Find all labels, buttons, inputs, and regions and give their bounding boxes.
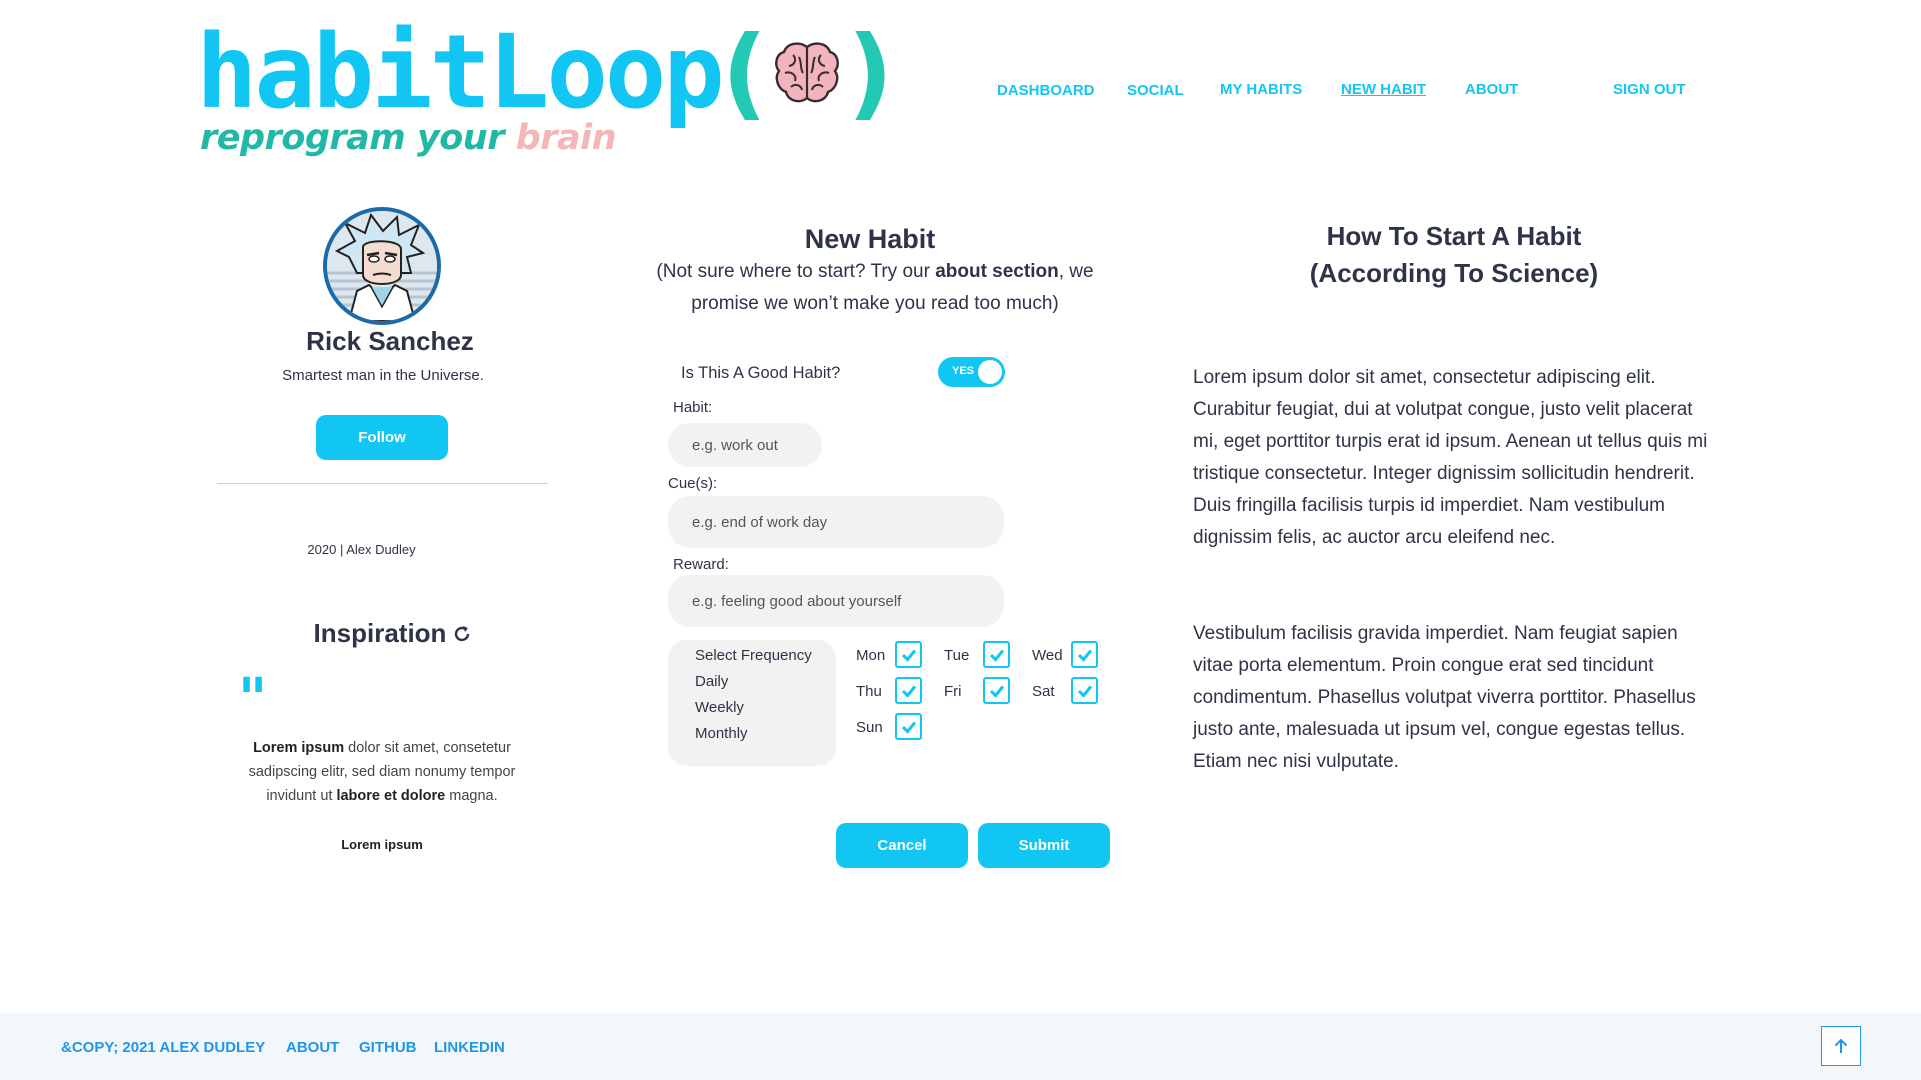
day-checkbox-wed[interactable] — [1071, 641, 1098, 668]
frequency-option-monthly[interactable]: Monthly — [695, 725, 748, 742]
check-icon — [1077, 685, 1092, 698]
footer-linkedin-link[interactable]: LINKEDIN — [434, 1039, 505, 1056]
good-habit-label: Is This A Good Habit? — [681, 364, 841, 382]
good-habit-toggle[interactable]: YES — [938, 357, 1005, 387]
nav-social[interactable]: SOCIAL — [1127, 82, 1184, 99]
toggle-text: YES — [952, 365, 975, 377]
day-label-sat: Sat — [1032, 683, 1055, 700]
day-checkbox-tue[interactable] — [983, 641, 1010, 668]
inspiration-title: Inspiration — [313, 618, 447, 648]
cue-input[interactable] — [668, 496, 1004, 548]
follow-button[interactable]: Follow — [316, 415, 448, 460]
profile-divider — [217, 483, 548, 484]
nav-new-habit[interactable]: NEW HABIT — [1341, 81, 1426, 98]
frequency-select[interactable]: Select Frequency Daily Weekly Monthly — [668, 640, 836, 766]
check-icon — [989, 685, 1004, 698]
tagline-part-b: brain — [515, 118, 617, 158]
check-icon — [901, 649, 916, 662]
refresh-icon[interactable] — [452, 620, 472, 651]
tagline-part-a: reprogram your — [200, 118, 504, 158]
science-title-line1: How To Start A Habit — [1326, 221, 1582, 251]
cue-label: Cue(s): — [668, 475, 718, 492]
footer-copyright[interactable]: &COPY; 2021 ALEX DUDLEY — [61, 1039, 265, 1056]
quote-mark-icon: " — [238, 667, 268, 732]
day-label-mon: Mon — [856, 647, 886, 664]
brand-name: habitLoop — [196, 13, 725, 132]
check-icon — [1077, 649, 1092, 662]
profile-credit: 2020 | Alex Dudley — [307, 542, 416, 557]
day-checkbox-fri[interactable] — [983, 677, 1010, 704]
form-subtitle: (Not sure where to start? Try our about … — [655, 256, 1095, 320]
about-section-link[interactable]: about section — [935, 261, 1059, 282]
nav-dashboard[interactable]: DASHBOARD — [997, 82, 1095, 99]
day-label-sun: Sun — [856, 719, 883, 736]
habit-input[interactable] — [668, 423, 822, 467]
science-paragraph-2: Vestibulum facilisis gravida imperdiet. … — [1193, 623, 1696, 772]
day-label-fri: Fri — [944, 683, 962, 700]
brand-tagline: reprogram your brain — [200, 118, 893, 158]
arrow-up-icon — [1834, 1038, 1848, 1053]
habit-label: Habit: — [673, 399, 713, 416]
avatar[interactable] — [323, 207, 441, 325]
quote-text-2: magna. — [445, 788, 498, 804]
nav-sign-out[interactable]: SIGN OUT — [1613, 81, 1686, 98]
check-icon — [901, 721, 916, 734]
science-paragraph-1: Lorem ipsum dolor sit amet, consectetur … — [1193, 367, 1708, 548]
submit-button[interactable]: Submit — [978, 823, 1110, 868]
frequency-option-daily[interactable]: Daily — [695, 673, 728, 690]
science-title: How To Start A Habit (According To Scien… — [1254, 218, 1654, 292]
quote-bold-2: labore et dolore — [336, 788, 446, 804]
main-nav: DASHBOARD SOCIAL MY HABITS NEW HABIT ABO… — [0, 81, 1921, 102]
footer: &COPY; 2021 ALEX DUDLEY ABOUT GITHUB LIN… — [0, 1013, 1921, 1080]
science-title-line2: (According To Science) — [1309, 258, 1599, 288]
check-icon — [901, 685, 916, 698]
day-checkbox-sun[interactable] — [895, 713, 922, 740]
nav-my-habits[interactable]: MY HABITS — [1220, 81, 1302, 98]
frequency-option[interactable]: Select Frequency — [695, 647, 812, 664]
reward-input[interactable] — [668, 575, 1004, 627]
profile-bio: Smartest man in the Universe. — [282, 367, 484, 384]
back-to-top-button[interactable] — [1821, 1026, 1861, 1066]
day-checkbox-mon[interactable] — [895, 641, 922, 668]
reward-label: Reward: — [673, 556, 729, 573]
day-label-tue: Tue — [944, 647, 970, 664]
day-label-wed: Wed — [1032, 647, 1063, 664]
inspiration-heading: Inspiration — [268, 618, 518, 651]
inspiration-quote: Lorem ipsum dolor sit amet, consetetur s… — [232, 736, 532, 808]
day-checkbox-sat[interactable] — [1071, 677, 1098, 704]
nav-about[interactable]: ABOUT — [1465, 81, 1518, 98]
footer-github-link[interactable]: GITHUB — [359, 1039, 417, 1056]
quote-bold-1: Lorem ipsum — [253, 740, 345, 756]
toggle-knob — [978, 360, 1002, 384]
cancel-button[interactable]: Cancel — [836, 823, 968, 868]
frequency-option-weekly[interactable]: Weekly — [695, 699, 744, 716]
form-sub-pre: (Not sure where to start? Try our — [656, 261, 936, 282]
profile-name: Rick Sanchez — [306, 326, 474, 356]
logo-paren-close: ) — [847, 14, 894, 131]
form-title: New Habit — [804, 224, 936, 254]
logo-paren-open: ( — [721, 14, 768, 131]
quote-author: Lorem ipsum — [341, 837, 423, 852]
day-label-thu: Thu — [856, 683, 882, 700]
check-icon — [989, 649, 1004, 662]
footer-about-link[interactable]: ABOUT — [286, 1039, 339, 1056]
day-checkbox-thu[interactable] — [895, 677, 922, 704]
